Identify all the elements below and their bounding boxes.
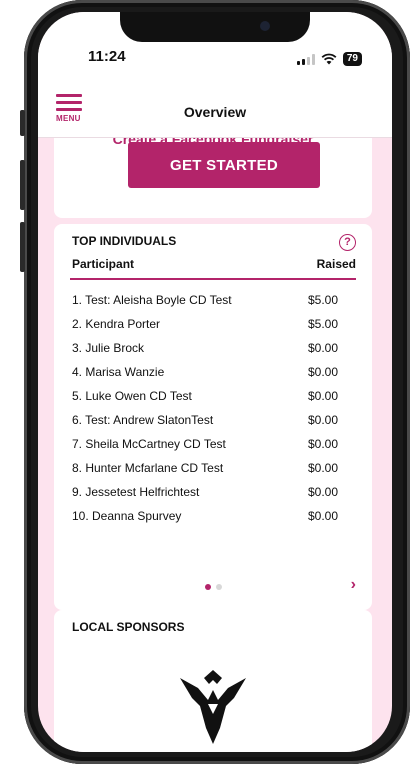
participant-name: 6. Test: Andrew SlatonTest xyxy=(72,413,214,427)
participant-name: 10. Deanna Spurvey xyxy=(72,509,182,523)
raised-amount: $0.00 xyxy=(308,389,339,403)
participant-name: 1. Test: Aleisha Boyle CD Test xyxy=(72,293,232,307)
wifi-icon xyxy=(321,53,337,65)
signal-icon xyxy=(296,53,315,65)
nav-header: MENU Overview xyxy=(38,78,392,138)
camera-icon xyxy=(260,21,270,31)
chevron-right-icon[interactable]: › xyxy=(351,576,356,594)
status-time: 11:24 xyxy=(88,48,126,65)
participant-name: 4. Marisa Wanzie xyxy=(72,365,165,379)
table-row[interactable]: 2. Kendra Porter $5.00 xyxy=(72,312,356,336)
question-circle-icon[interactable]: ? xyxy=(339,234,356,251)
raised-amount: $0.00 xyxy=(308,365,339,379)
fundraiser-card: Create a Facebook Fundraiser GET STARTED xyxy=(54,138,372,218)
column-header-raised: Raised xyxy=(316,257,356,271)
table-row[interactable]: 3. Julie Brock $0.00 xyxy=(72,336,356,360)
top-individuals-card: TOP INDIVIDUALS ? Participant Raised 1. … xyxy=(54,224,372,610)
local-sponsors-card: LOCAL SPONSORS xyxy=(54,610,372,752)
phone-screen: 11:24 79 MENU Overview Create a Facebook… xyxy=(38,12,392,752)
header-divider xyxy=(70,278,356,280)
get-started-button[interactable]: GET STARTED xyxy=(128,142,320,188)
table-row[interactable]: 6. Test: Andrew SlatonTest $0.00 xyxy=(72,408,356,432)
volume-down-button xyxy=(20,222,25,272)
raised-amount: $0.00 xyxy=(308,485,339,499)
participant-name: 3. Julie Brock xyxy=(72,341,145,355)
raised-amount: $0.00 xyxy=(308,341,339,355)
participant-name: 7. Sheila McCartney CD Test xyxy=(72,437,226,451)
page-dot[interactable] xyxy=(215,584,222,590)
leaderboard-list: 1. Test: Aleisha Boyle CD Test $5.00 2. K… xyxy=(72,288,356,528)
page-title: Overview xyxy=(183,104,247,120)
table-row[interactable]: 5. Luke Owen CD Test $0.00 xyxy=(72,384,356,408)
raised-amount: $0.00 xyxy=(308,509,339,523)
status-icons: 79 xyxy=(296,52,362,66)
status-bar: 11:24 79 xyxy=(38,12,392,78)
sponsor-logo-icon[interactable] xyxy=(178,670,248,749)
mute-switch xyxy=(20,110,25,136)
volume-up-button xyxy=(20,160,25,210)
raised-amount: $5.00 xyxy=(308,317,339,331)
participant-name: 9. Jessetest Helfrichtest xyxy=(72,485,200,499)
battery-indicator: 79 xyxy=(342,52,362,66)
section-title: LOCAL SPONSORS xyxy=(72,620,185,634)
table-row[interactable]: 8. Hunter Mcfarlane CD Test $0.00 xyxy=(72,456,356,480)
table-row[interactable]: 4. Marisa Wanzie $0.00 xyxy=(72,360,356,384)
raised-amount: $0.00 xyxy=(308,413,339,427)
table-row[interactable]: 10. Deanna Spurvey $0.00 xyxy=(72,504,356,528)
raised-amount: $0.00 xyxy=(308,461,339,475)
raised-amount: $0.00 xyxy=(308,437,339,451)
pagination-dots xyxy=(54,584,372,590)
participant-name: 8. Hunter Mcfarlane CD Test xyxy=(72,461,224,475)
notch xyxy=(120,12,310,42)
hamburger-icon xyxy=(56,94,82,97)
column-header-participant: Participant xyxy=(72,257,135,271)
participant-name: 5. Luke Owen CD Test xyxy=(72,389,192,403)
table-row[interactable]: 1. Test: Aleisha Boyle CD Test $5.00 xyxy=(72,288,356,312)
table-row[interactable]: 7. Sheila McCartney CD Test $0.00 xyxy=(72,432,356,456)
participant-name: 2. Kendra Porter xyxy=(72,317,161,331)
section-title: TOP INDIVIDUALS xyxy=(72,234,177,248)
raised-amount: $5.00 xyxy=(308,293,339,307)
page-dot-active[interactable] xyxy=(204,584,211,590)
table-row[interactable]: 9. Jessetest Helfrichtest $0.00 xyxy=(72,480,356,504)
